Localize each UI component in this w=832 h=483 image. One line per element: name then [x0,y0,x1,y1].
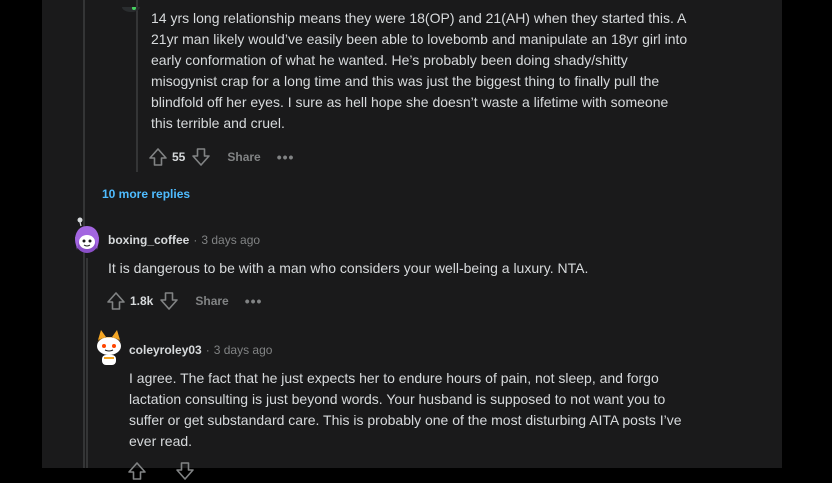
comment-line: blindfold off her eyes. I sure as hell h… [151,94,669,110]
more-options-button[interactable]: ••• [277,149,295,165]
upvote-icon[interactable] [106,291,126,311]
username-link[interactable]: coleyroley03 [129,343,202,357]
share-button[interactable]: Share [227,150,260,164]
vote-count: 55 [172,150,186,164]
comment-actions [127,459,195,483]
comment-line: I agree. The fact that he just expects h… [129,370,659,386]
vote-count: 1.8k [130,294,154,308]
comment-line: misogynist crap for a long time and this… [151,73,660,89]
comment-line: ever read. [129,433,193,449]
timestamp[interactable]: 3 days ago [214,343,273,357]
upvote-icon[interactable] [148,147,168,167]
thread-line[interactable] [86,258,88,468]
comment-meta: coleyroley03 · 3 days ago [129,343,272,357]
timestamp[interactable]: 3 days ago [201,233,260,247]
comment-meta: boxing_coffee · 3 days ago [108,233,260,247]
comment-line: lactation consulting is just beyond word… [129,391,666,407]
meta-separator: · [205,343,210,357]
username-link[interactable]: boxing_coffee [108,233,189,247]
share-button[interactable]: Share [195,294,228,308]
comment-body: It is dangerous to be with a man who con… [108,258,748,279]
downvote-icon[interactable] [175,461,195,481]
thread-line[interactable] [136,0,138,172]
downvote-icon[interactable] [159,291,179,311]
comment-line: early conformation of what he wanted. He… [151,52,628,68]
comment-body: 14 yrs long relationship means they were… [151,8,751,134]
comment-line: 14 yrs long relationship means they were… [151,10,687,26]
upvote-icon[interactable] [127,461,147,481]
more-replies-link[interactable]: 10 more replies [102,187,190,201]
comment-line: It is dangerous to be with a man who con… [108,260,589,276]
comment-line: this terrible and cruel. [151,115,285,131]
comment-actions: 1.8k Share ••• [106,289,262,313]
comment-actions: 55 Share ••• [148,145,294,169]
downvote-icon[interactable] [191,147,211,167]
meta-separator: · [193,233,198,247]
more-options-button[interactable]: ••• [245,293,263,309]
comment-body: I agree. The fact that he just expects h… [129,368,749,452]
avatar[interactable] [71,216,103,261]
comment-line: 21yr man likely would’ve easily been abl… [151,31,688,47]
avatar[interactable] [92,328,126,371]
avatar[interactable] [121,0,141,18]
comment-line: suffer or get substandard care. This is … [129,412,682,428]
